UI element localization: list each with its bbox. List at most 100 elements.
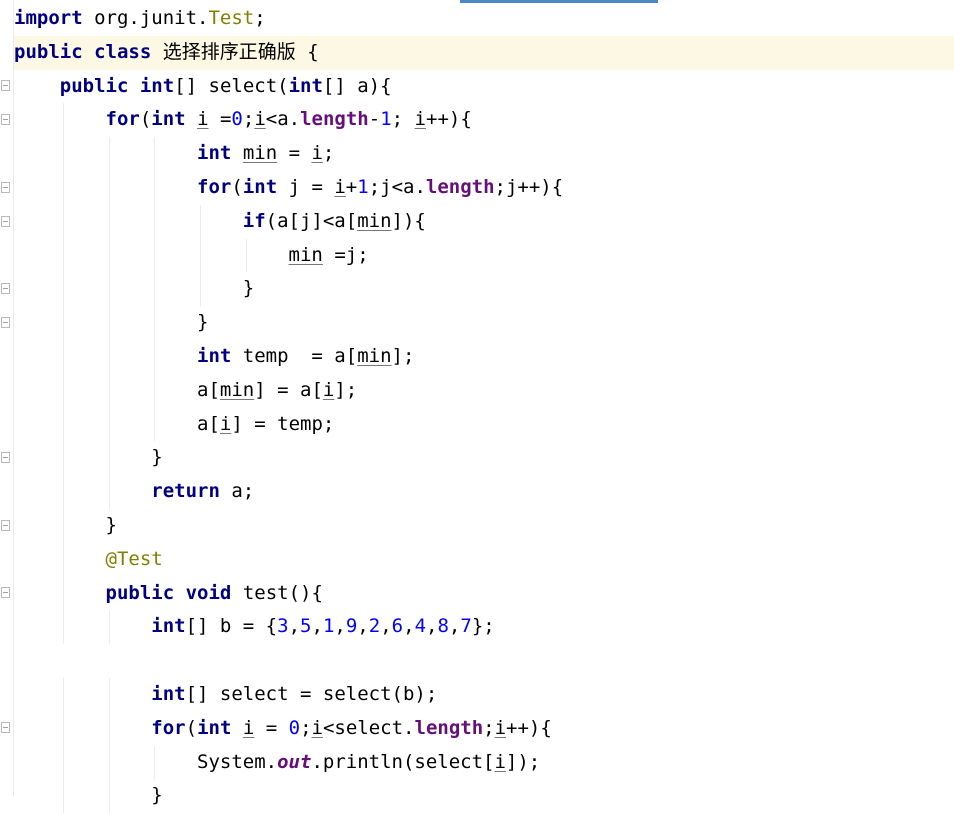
code-line[interactable]: System.out.println(select[i]); [14,745,954,780]
fold-icon[interactable] [1,722,10,733]
fold-icon[interactable] [1,587,10,598]
code-line[interactable]: int[] b = {3,5,1,9,2,6,4,8,7}; [14,610,954,645]
code-token: i [494,750,506,773]
code-token: , [288,615,301,638]
code-token: ++){ [426,108,472,131]
code-line[interactable]: min =j; [14,238,954,273]
code-line[interactable]: } [14,779,954,813]
indent-guide [62,745,64,780]
code-token: = [254,716,289,739]
code-token: org.junit. [82,7,209,29]
fold-icon[interactable] [1,216,10,227]
code-token: 0 [231,108,243,131]
indent-guide [246,238,247,273]
code-token: ; [391,108,415,131]
code-line[interactable]: for(int j = i+1;j<a.length;j++){ [14,170,954,205]
code-token: ]; [334,378,358,401]
code-token: [] select( [174,74,289,97]
code-line[interactable]: a[i] = temp; [14,407,954,442]
fold-icon[interactable] [1,283,10,294]
code-token: void [185,581,232,604]
code-token: i [414,108,426,131]
code-line[interactable]: return a; [14,475,954,509]
code-token: min [219,378,255,401]
editor-gutter[interactable] [0,0,14,796]
code-line[interactable]: } [14,508,954,543]
code-line[interactable]: public int[] select(int[] a){ [14,70,954,104]
fold-icon[interactable] [1,182,10,193]
code-line[interactable]: } [14,306,954,340]
code-token: j = [277,175,335,198]
indent-guide [108,677,110,712]
code-token: =j; [322,243,369,266]
indent-guide [62,711,64,746]
code-token: <select. [322,716,415,739]
code-token: min [242,142,278,165]
code-line[interactable]: a[min] = a[i]; [14,373,954,408]
code-token: [] b = { [185,615,278,638]
code-token: int [242,175,278,198]
indent-guide [154,272,156,307]
code-editor[interactable]: import org.junit.Test; public class 选择排序正… [0,0,954,813]
code-token: if [242,209,266,232]
indent-guide [62,272,64,307]
indent-guide [62,103,64,138]
fold-icon[interactable] [1,452,10,463]
code-token: } [197,311,209,334]
code-token: 3 [277,615,289,638]
code-token: i [311,142,323,165]
indent-guide [108,339,110,374]
code-line[interactable]: } [14,441,954,476]
code-token: length [300,108,369,131]
code-line[interactable]: public class 选择排序正确版 { [14,35,954,70]
code-area[interactable]: import org.junit.Test; public class 选择排序正… [14,2,954,813]
code-token: 8 [437,615,449,638]
indent-guide [108,238,110,273]
code-token: @Test [105,547,163,570]
indent-guide [108,407,110,442]
fold-icon[interactable] [1,317,10,328]
code-token: ]; [391,344,415,367]
code-token: temp = a[ [231,344,358,367]
code-line[interactable]: } [14,272,954,307]
code-token: i [322,378,335,401]
code-token: int [139,74,175,97]
code-line[interactable]: int temp = a[min]; [14,339,954,374]
code-token: i [334,175,346,198]
code-token: public [105,581,175,604]
indent-guide [62,677,64,712]
code-token: import [14,7,83,29]
code-line[interactable]: for(int i =0;i<a.length-1; i++){ [14,103,954,138]
code-line[interactable]: if(a[j]<a[min]){ [14,204,954,239]
code-line[interactable] [14,644,954,678]
indent-guide [154,170,156,205]
indent-guide [62,475,64,509]
fold-icon[interactable] [1,80,10,91]
code-line[interactable]: @Test [14,542,954,577]
code-token: }; [471,615,495,638]
code-token: = [277,142,312,165]
fold-icon[interactable] [1,114,10,125]
code-token: return [151,480,220,503]
code-token: int [197,344,232,367]
code-token: i [242,716,255,739]
code-token: } [151,784,163,807]
code-token: for [151,716,186,739]
code-line[interactable]: int[] select = select(b); [14,677,954,712]
code-token: ++){ [506,716,552,739]
code-line[interactable]: public void test(){ [14,576,954,611]
code-line[interactable]: for(int i = 0;i<select.length;i++){ [14,711,954,746]
code-line[interactable]: import org.junit.Test; [14,2,954,36]
indent-guide [62,508,64,543]
code-token: a; [219,480,255,503]
fold-icon[interactable] [1,520,10,531]
code-line[interactable]: int min = i; [14,137,954,171]
indent-guide [62,170,64,205]
indent-guide [154,339,156,374]
